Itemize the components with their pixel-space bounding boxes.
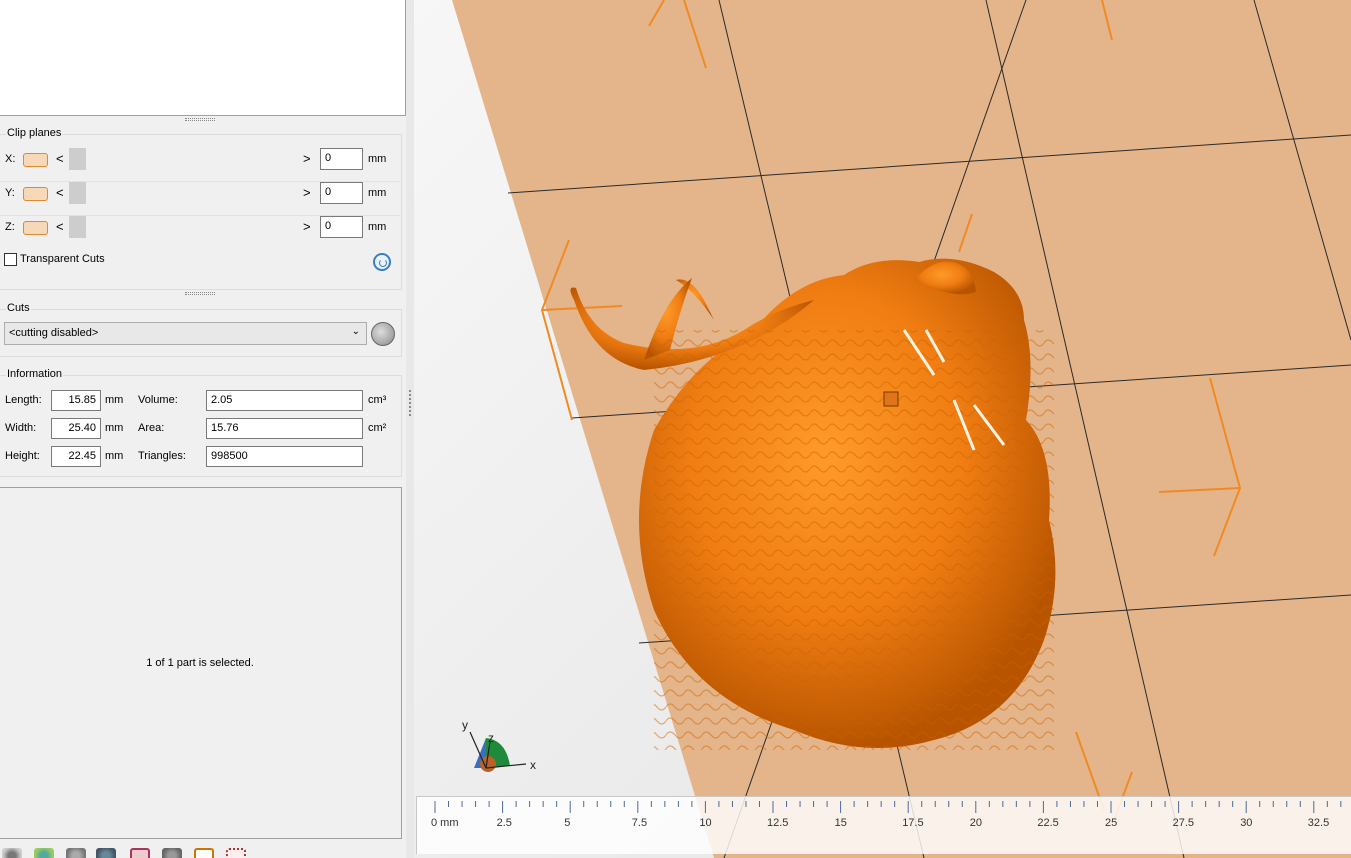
ruler-tick-label: 2.5	[496, 817, 512, 829]
transparent-cuts-label: Transparent Cuts	[20, 253, 105, 265]
width-value: 25.40	[51, 418, 101, 439]
axis-label: Z:	[5, 221, 15, 233]
ruler-tick-label: 0 mm	[431, 817, 459, 829]
sphere-icon[interactable]	[66, 848, 86, 858]
clip-row-x: X: < > 0 mm	[0, 148, 402, 172]
splitter-grip[interactable]	[185, 292, 215, 295]
length-unit: mm	[105, 394, 124, 406]
hat-icon[interactable]	[162, 848, 182, 858]
triangles-value: 998500	[206, 446, 363, 467]
slider-right-arrow[interactable]: >	[303, 219, 311, 234]
transparent-cuts-checkbox[interactable]	[4, 253, 17, 266]
information-title: Information	[6, 368, 64, 380]
volume-value: 2.05	[206, 390, 363, 411]
ruler-tick-label: 5	[564, 817, 571, 829]
height-label: Height:	[5, 450, 40, 462]
unit-label: mm	[368, 221, 387, 233]
ruler-ticks	[434, 801, 1342, 813]
ruler-tick-label: 27.5	[1172, 817, 1195, 829]
clip-color-swatch[interactable]	[23, 221, 48, 235]
ruler-tick-label: 10	[699, 817, 712, 829]
slider-right-arrow[interactable]: >	[303, 151, 311, 166]
chevron-down-icon: ⌄	[351, 326, 360, 337]
height-value: 22.45	[51, 446, 101, 467]
unit-label: mm	[368, 187, 387, 199]
splitter-grip	[409, 390, 411, 416]
slider-right-arrow[interactable]: >	[303, 185, 311, 200]
slider-thumb[interactable]	[69, 148, 86, 170]
slider-thumb[interactable]	[69, 182, 86, 204]
grid-icon[interactable]	[226, 848, 246, 858]
spheres-icon[interactable]	[96, 848, 116, 858]
triangles-label: Triangles:	[138, 450, 186, 462]
clip-row-z: Z: < > 0 mm	[0, 216, 402, 240]
slider-thumb[interactable]	[69, 216, 86, 238]
cuts-title: Cuts	[6, 302, 31, 314]
globe-icon[interactable]	[34, 848, 54, 858]
splitter-grip[interactable]	[185, 118, 215, 121]
gizmo-z-label: z	[488, 731, 494, 745]
clip-row-y: Y: < > 0 mm	[0, 182, 402, 206]
view-icon[interactable]	[194, 848, 214, 858]
bottom-toolbar	[0, 842, 410, 858]
axis-gizmo	[469, 731, 527, 772]
clip-color-swatch[interactable]	[23, 153, 48, 167]
height-unit: mm	[105, 450, 124, 462]
volume-unit: cm³	[368, 394, 387, 406]
ruler: 0 mm 2.5 5 7.5 10 12.5 15 17.5 20 22.5 25 27.5 30 32.…	[416, 796, 1351, 854]
reset-clip-icon[interactable]	[373, 253, 391, 271]
clip-planes-title: Clip planes	[6, 127, 63, 139]
ruler-tick-label: 22.5	[1037, 817, 1059, 829]
selection-handle[interactable]	[883, 391, 899, 407]
status-panel: 1 of 1 part is selected.	[0, 487, 402, 839]
ruler-tick-label: 15	[834, 817, 847, 829]
left-panel: Clip planes X: < > 0 mm Y: < > 0 mm Z: <…	[0, 0, 410, 858]
slider-left-arrow[interactable]: <	[56, 219, 64, 234]
selection-status: 1 of 1 part is selected.	[146, 657, 254, 669]
gizmo-y-label: y	[462, 718, 468, 732]
gear-icon[interactable]	[2, 848, 22, 858]
volume-label: Volume:	[138, 394, 178, 406]
area-value: 15.76	[206, 418, 363, 439]
unit-label: mm	[368, 153, 387, 165]
gizmo-x-label: x	[530, 758, 536, 772]
clip-y-input[interactable]: 0	[320, 182, 363, 204]
cuts-dropdown[interactable]: <cutting disabled> ⌄	[4, 322, 367, 345]
cuts-dropdown-value: <cutting disabled>	[9, 327, 99, 339]
ruler-tick-label: 12.5	[767, 817, 789, 829]
ruler-tick-label: 17.5	[902, 817, 924, 829]
scene-canvas: x y z	[452, 0, 1351, 858]
area-unit: cm²	[368, 422, 387, 434]
length-value: 15.85	[51, 390, 101, 411]
slider-left-arrow[interactable]: <	[56, 185, 64, 200]
clip-color-swatch[interactable]	[23, 187, 48, 201]
ruler-tick-label: 32.5	[1307, 817, 1330, 829]
box-icon[interactable]	[130, 848, 150, 858]
clip-x-input[interactable]: 0	[320, 148, 363, 170]
ruler-tick-label: 20	[969, 817, 983, 829]
panel-splitter[interactable]	[406, 0, 414, 858]
width-unit: mm	[105, 422, 124, 434]
3d-viewport[interactable]: x y z 0 mm 2.5 5 7.5 10 12.5 15 17.5 20 22.5 25 27.…	[414, 0, 1351, 858]
parts-list[interactable]	[0, 0, 406, 116]
ruler-tick-label: 25	[1105, 817, 1118, 829]
axis-label: Y:	[5, 187, 15, 199]
cut-tool-icon[interactable]	[371, 322, 395, 346]
axis-label: X:	[5, 153, 16, 165]
area-label: Area:	[138, 422, 165, 434]
ruler-tick-label: 30	[1240, 817, 1253, 829]
length-label: Length:	[5, 394, 42, 406]
slider-left-arrow[interactable]: <	[56, 151, 64, 166]
width-label: Width:	[5, 422, 37, 434]
clip-z-input[interactable]: 0	[320, 216, 363, 238]
ruler-tick-label: 7.5	[631, 817, 648, 829]
